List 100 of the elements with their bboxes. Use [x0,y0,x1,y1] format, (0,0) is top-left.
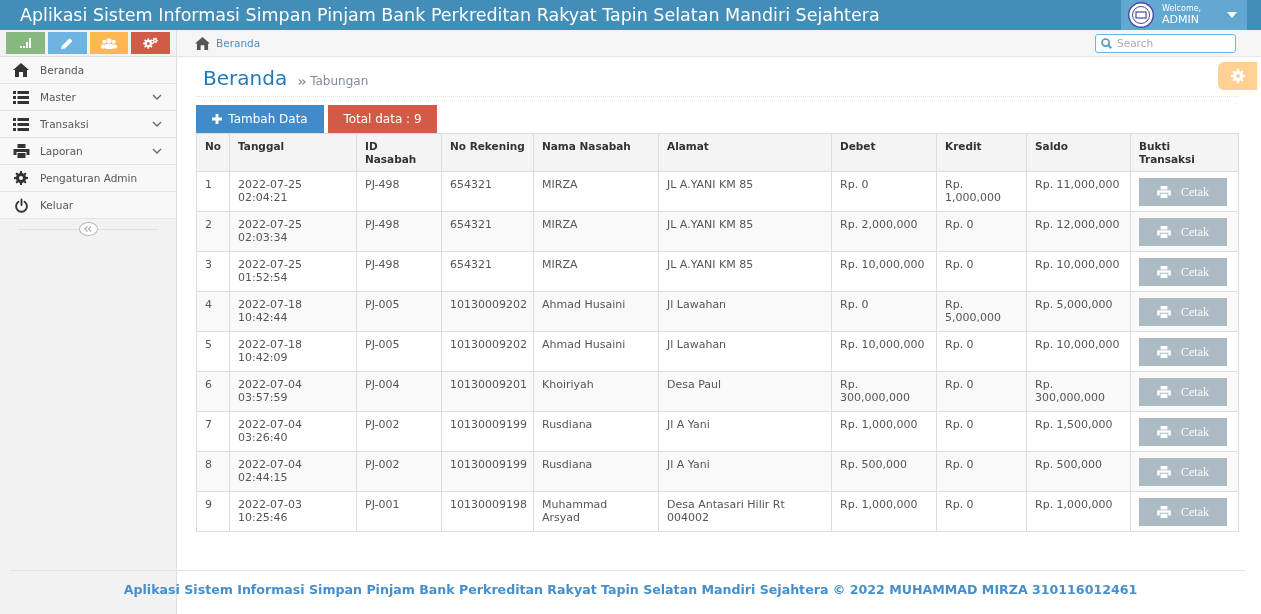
menu-item[interactable]: Pengaturan Admin [0,165,176,192]
table-cell: Rp. 1,000,000 [936,171,1027,212]
table-cell: 2022-07-25 01:52:54 [229,251,357,292]
printer-icon [1157,186,1171,198]
column-header: ID Nasabah [356,133,442,172]
print-button[interactable]: Cetak [1139,298,1227,326]
sidebar-collapse-button[interactable] [78,222,98,236]
page-subtitle: Tabungan [310,74,369,88]
table-cell: Desa Paul [658,371,832,412]
table-cell: 3 [196,251,230,292]
table-cell: Rusdiana [533,411,659,452]
table-cell: Rp. 5,000,000 [1026,291,1131,332]
table-cell: JL A.YANI KM 85 [658,171,832,212]
user-menu-button[interactable]: Welcome, ADMIN [1121,0,1247,30]
table-cell: Desa Antasari Hilir Rt 004002 [658,491,832,532]
total-count-badge: Total data : 9 [328,105,437,133]
table-cell: PJ-005 [356,291,442,332]
printer-icon [1157,226,1171,238]
print-button[interactable]: Cetak [1139,378,1227,406]
column-header: Saldo [1026,133,1131,172]
table-cell: PJ-004 [356,371,442,412]
table-cell: PJ-002 [356,451,442,492]
shortcut-button[interactable] [131,32,170,54]
printer-icon [12,144,30,158]
table-cell: Rp. 0 [936,211,1027,252]
menu-item[interactable]: Transaksi [0,111,176,138]
printer-icon [1157,466,1171,478]
table-cell: Rp. 0 [936,251,1027,292]
table-cell: Rusdiana [533,451,659,492]
shortcut-button[interactable] [47,32,87,54]
table-cell: Rp. 0 [936,491,1027,532]
table-cell: Rp. 0 [831,291,937,332]
list-icon [13,117,29,131]
table-cell: MIRZA [533,211,659,252]
settings-icon [14,171,28,185]
table-cell: PJ-005 [356,331,442,372]
pencil-icon [61,37,74,49]
table-cell: 10130009202 [441,291,534,332]
print-button[interactable]: Cetak [1139,498,1227,526]
table-cell: Rp. 0 [936,331,1027,372]
table-cell: Rp. 10,000,000 [831,251,937,292]
table-cell: Rp. 10,000,000 [1026,251,1131,292]
table-cell: Rp. 1,000,000 [831,491,937,532]
column-header: Bukti Transaksi [1130,133,1239,172]
column-header: Debet [831,133,937,172]
settings-button[interactable] [1218,62,1257,90]
menu-item[interactable]: Beranda [0,57,176,84]
menu-item[interactable]: Master [0,84,176,111]
menu-item[interactable]: Laporan [0,138,176,165]
table-cell: 654321 [441,171,534,212]
table-cell: Rp. 300,000,000 [831,371,937,412]
menu-item[interactable]: Keluar [0,192,176,219]
table-cell: 2022-07-04 03:57:59 [229,371,357,412]
breadcrumb-link[interactable]: Beranda [216,37,261,49]
column-header: Nama Nasabah [533,133,659,172]
table-cell: 7 [196,411,230,452]
table-cell: Rp. 300,000,000 [1026,371,1131,412]
table-cell: 2022-07-03 10:25:46 [229,491,357,532]
table-cell: Rp. 11,000,000 [1026,171,1131,212]
table-cell: 10130009199 [441,451,534,492]
table-cell: Rp. 1,000,000 [1026,491,1131,532]
table-cell: JL A.YANI KM 85 [658,211,832,252]
table-cell: 1 [196,171,230,212]
table-cell: Khoiriyah [533,371,659,412]
table-cell: 10130009202 [441,331,534,372]
table-cell: PJ-498 [356,211,442,252]
shortcut-button[interactable] [6,32,45,54]
table-cell: Rp. 0 [936,451,1027,492]
table-cell: 10130009198 [441,491,534,532]
table-cell: Rp. 1,000,000 [831,411,937,452]
table-cell: Rp. 1,500,000 [1026,411,1131,452]
table-cell: Rp. 500,000 [1026,451,1131,492]
printer-icon [1157,506,1171,518]
print-button[interactable]: Cetak [1139,458,1227,486]
column-header: Alamat [658,133,832,172]
footer-text: Aplikasi Sistem Informasi Simpan Pinjam Bank Perkreditan Rakyat Tapin Selatan Mandiri Sejahtera © 2022 MUHAMMAD MIRZA 310116012461 [122,581,1139,597]
add-data-button[interactable]: Tambah Data [196,105,324,133]
table-cell: PJ-498 [356,251,442,292]
plus-icon [212,114,223,124]
list-icon [13,90,29,104]
table-cell: PJ-498 [356,171,442,212]
print-button[interactable]: Cetak [1139,258,1227,286]
column-header: Tanggal [229,133,357,172]
print-button[interactable]: Cetak [1139,178,1227,206]
table-cell: Rp. 2,000,000 [831,211,937,252]
table-cell: 9 [196,491,230,532]
home-icon [195,36,210,50]
printer-icon [1157,266,1171,278]
print-button[interactable]: Cetak [1139,338,1227,366]
table-cell: 2022-07-04 03:26:40 [229,411,357,452]
table-cell: MIRZA [533,251,659,292]
print-button[interactable]: Cetak [1139,218,1227,246]
bar-chart-icon [19,38,31,48]
shortcut-button[interactable] [89,32,129,54]
print-button[interactable]: Cetak [1139,418,1227,446]
caret-down-icon [1227,12,1237,18]
search-field[interactable]: Search [1095,33,1236,53]
table-cell: Ahmad Husaini [533,331,659,372]
emblem-icon [1128,2,1154,28]
table-cell: Rp. 12,000,000 [1026,211,1131,252]
